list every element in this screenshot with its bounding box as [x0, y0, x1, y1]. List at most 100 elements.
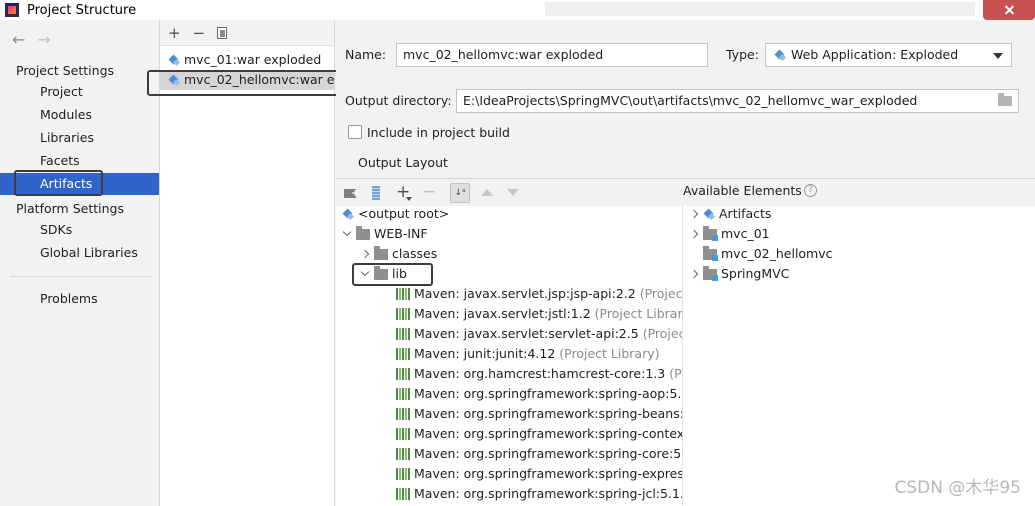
library-item[interactable]: Maven: org.hamcrest:hamcrest-core:1.3(Pr…	[396, 364, 682, 384]
library-item[interactable]: Maven: junit:junit:4.12 (Project Library)	[396, 344, 659, 364]
library-scope: (Project Lib	[639, 286, 683, 301]
available-elements-header: Available Elements ?	[683, 183, 817, 198]
add-element-icon[interactable]: +	[396, 182, 410, 202]
library-item[interactable]: Maven: org.springframework:spring-aop:5.…	[396, 384, 683, 404]
chevron-down-icon[interactable]	[342, 229, 352, 239]
library-icon	[396, 348, 410, 360]
available-item-artifacts[interactable]: Artifacts	[689, 206, 771, 224]
library-item[interactable]: Maven: javax.servlet.jsp:jsp-api:2.2 (Pro…	[396, 284, 683, 304]
chevron-right-icon[interactable]	[689, 229, 699, 239]
tab-output-layout[interactable]: Output Layout	[358, 155, 448, 170]
artifact-list-toolbar: + −	[160, 20, 334, 46]
create-directory-icon[interactable]	[344, 186, 359, 200]
chevron-right-icon[interactable]	[689, 209, 699, 219]
library-icon	[396, 288, 410, 300]
tree-node-output-root[interactable]: <output root>	[342, 206, 449, 224]
available-item-mvc01[interactable]: mvc_01	[689, 224, 770, 244]
chevron-right-icon[interactable]	[360, 249, 370, 259]
nav-item-global-libraries[interactable]: Global Libraries	[0, 242, 159, 264]
available-item-label: Artifacts	[719, 206, 772, 221]
web-artifact-icon	[168, 54, 180, 66]
library-name: Maven: javax.servlet:servlet-api:2.5	[414, 326, 639, 341]
include-in-build-checkbox[interactable]	[348, 125, 362, 139]
library-icon	[396, 408, 410, 420]
nav-item-artifacts[interactable]: Artifacts	[0, 173, 159, 195]
available-item-springmvc[interactable]: SpringMVC	[689, 264, 789, 284]
sort-elements-icon[interactable]: ↓ᵃ	[450, 183, 470, 203]
artifact-item[interactable]: mvc_01:war exploded	[160, 50, 334, 70]
nav-item-sdks[interactable]: SDKs	[0, 219, 159, 241]
move-up-icon[interactable]	[481, 189, 493, 196]
library-scope: (Proje	[669, 366, 682, 381]
library-icon	[396, 428, 410, 440]
settings-nav: ← → Project Settings Project Modules Lib…	[0, 20, 160, 506]
library-icon	[396, 488, 410, 500]
artifact-type-value: Web Application: Exploded	[791, 47, 959, 62]
tree-node-lib[interactable]: lib	[360, 264, 407, 284]
web-artifact-icon	[168, 74, 180, 86]
nav-item-facets[interactable]: Facets	[0, 150, 159, 172]
library-name: Maven: org.springframework:spring-core:5…	[414, 446, 683, 461]
chevron-right-icon[interactable]	[689, 269, 699, 279]
library-name: Maven: org.springframework:spring-jcl:5.…	[414, 486, 683, 501]
library-name: Maven: org.springframework:spring-beans:…	[414, 406, 683, 421]
tree-node-web-inf[interactable]: WEB-INF	[342, 224, 428, 244]
output-directory-value: E:\IdeaProjects\SpringMVC\out\artifacts\…	[463, 93, 918, 108]
available-item-mvc02[interactable]: mvc_02_hellomvc	[703, 244, 833, 264]
library-icon	[396, 328, 410, 340]
library-name: Maven: org.hamcrest:hamcrest-core:1.3	[414, 366, 666, 381]
remove-artifact-icon[interactable]: −	[193, 24, 206, 42]
library-name: Maven: junit:junit:4.12	[414, 346, 556, 361]
available-item-label: mvc_01	[721, 226, 770, 241]
available-elements-tree: Artifacts mvc_01 mvc_02_hellomvc SpringM…	[683, 206, 1035, 506]
available-item-label: SpringMVC	[721, 266, 790, 281]
name-label: Name:	[345, 47, 387, 62]
move-down-icon[interactable]	[507, 189, 519, 196]
tree-node-label: WEB-INF	[374, 226, 428, 241]
create-archive-icon[interactable]	[369, 186, 383, 200]
library-item[interactable]: Maven: org.springframework:spring-contex…	[396, 424, 682, 444]
output-directory-input[interactable]: E:\IdeaProjects\SpringMVC\out\artifacts\…	[456, 89, 1019, 113]
add-artifact-icon[interactable]: +	[168, 24, 181, 42]
available-elements-title: Available Elements	[683, 183, 802, 198]
intellij-app-icon	[5, 3, 19, 17]
chevron-down-icon[interactable]	[360, 269, 370, 279]
nav-item-libraries[interactable]: Libraries	[0, 127, 159, 149]
forward-arrow-icon[interactable]: →	[37, 30, 50, 49]
back-arrow-icon[interactable]: ←	[12, 30, 25, 49]
module-icon	[703, 246, 718, 261]
nav-arrows: ← →	[12, 30, 51, 49]
close-window-button[interactable]	[983, 0, 1035, 20]
nav-item-problems[interactable]: Problems	[0, 288, 159, 310]
type-label: Type:	[726, 47, 759, 62]
browse-folder-icon[interactable]	[998, 93, 1012, 106]
tree-node-label: <output root>	[358, 206, 450, 221]
folder-icon	[374, 246, 388, 260]
project-settings-header: Project Settings	[16, 63, 115, 78]
library-item[interactable]: Maven: javax.servlet:servlet-api:2.5 (Pro…	[396, 324, 682, 344]
module-icon	[703, 226, 718, 241]
library-item[interactable]: Maven: org.springframework:spring-expres…	[396, 464, 682, 484]
library-icon	[396, 308, 410, 320]
library-item[interactable]: Maven: org.springframework:spring-jcl:5.…	[396, 484, 683, 504]
output-root-icon	[342, 208, 354, 220]
csdn-watermark: CSDN @木华95	[894, 478, 1021, 498]
help-icon[interactable]: ?	[803, 184, 817, 197]
window-title: Project Structure	[27, 2, 137, 18]
library-item[interactable]: Maven: org.springframework:spring-core:5…	[396, 444, 683, 464]
library-name: Maven: org.springframework:spring-aop:5.…	[414, 386, 683, 401]
artifact-type-select[interactable]: Web Application: Exploded	[765, 43, 1012, 67]
library-item[interactable]: Maven: org.springframework:spring-beans:…	[396, 404, 683, 424]
nav-item-modules[interactable]: Modules	[0, 104, 159, 126]
copy-artifact-icon[interactable]	[217, 26, 228, 39]
artifact-item-selected[interactable]: mvc_02_hellomvc:war expl	[160, 70, 334, 90]
library-item[interactable]: Maven: javax.servlet:jstl:1.2 (Project Li…	[396, 304, 682, 324]
add-dropdown-icon[interactable]	[406, 197, 412, 201]
nav-item-project[interactable]: Project	[0, 81, 159, 103]
folder-icon	[374, 266, 388, 280]
remove-element-icon[interactable]: −	[422, 182, 436, 202]
library-scope: (Project Lib	[642, 326, 682, 341]
tree-node-classes[interactable]: classes	[360, 244, 437, 264]
available-item-label: mvc_02_hellomvc	[721, 246, 833, 261]
artifact-name-input[interactable]: mvc_02_hellomvc:war exploded	[396, 43, 708, 67]
